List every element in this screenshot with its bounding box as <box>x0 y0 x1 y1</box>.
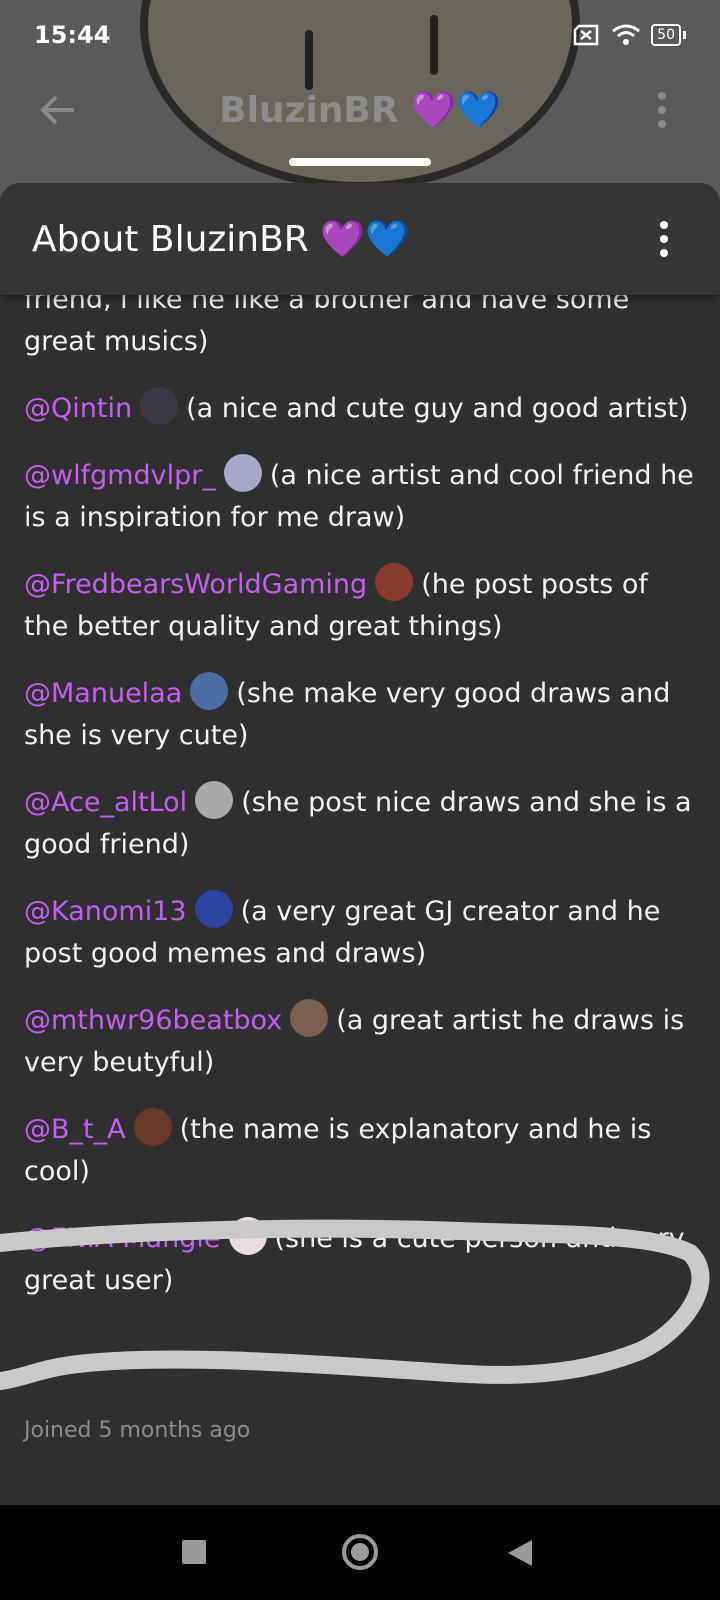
list-item: @Kanomi13 (a very great GJ creator and he… <box>24 890 696 975</box>
sheet-overflow-menu-icon[interactable] <box>660 221 668 257</box>
sheet-title: About BluzinBR 💜💙 <box>32 219 410 260</box>
list-item: @Qintin (a nice and cute guy and good art… <box>24 387 696 430</box>
overflow-menu-icon[interactable] <box>658 92 666 128</box>
about-sheet: About BluzinBR 💜💙 friend, i like he like… <box>0 183 720 1505</box>
sheet-drag-handle[interactable] <box>289 158 431 166</box>
avatar <box>290 999 329 1037</box>
list-item: @mthwr96beatbox (a great artist he draws … <box>24 999 696 1084</box>
user-mention[interactable]: @wlfgmdvlpr_ <box>24 460 216 491</box>
avatar <box>194 890 233 928</box>
user-mention[interactable]: @mthwr96beatbox <box>24 1005 282 1036</box>
avatar <box>375 563 414 601</box>
list-item: @FNIA-Mangle (she is a cute person and ve… <box>24 1217 696 1302</box>
back-icon[interactable] <box>508 1540 532 1566</box>
avatar <box>133 1108 172 1146</box>
status-time: 15:44 <box>34 21 111 49</box>
avatar <box>223 454 262 492</box>
recents-icon[interactable] <box>182 1540 206 1564</box>
home-icon[interactable] <box>342 1534 378 1570</box>
joined-date: Joined 5 months ago <box>24 1418 251 1443</box>
status-bar: 15:44 50 <box>0 0 720 70</box>
wifi-icon <box>612 24 641 45</box>
avatar <box>140 387 179 425</box>
system-nav-bar <box>0 1505 720 1600</box>
status-icons: 50 <box>571 23 686 47</box>
user-mention[interactable]: @Ace_altLol <box>24 787 187 818</box>
user-mention[interactable]: @Manuelaa <box>24 678 182 709</box>
user-mention[interactable]: @Qintin <box>24 393 132 424</box>
list-item: @B_t_A (the name is explanatory and he is… <box>24 1108 696 1193</box>
list-item: @Ace_altLol (she post nice draws and she … <box>24 781 696 866</box>
list-item: @Manuelaa (she make very good draws and s… <box>24 672 696 757</box>
profile-top-bar: BluzinBR 💜💙 <box>0 80 720 140</box>
list-item: @FredbearsWorldGaming (he post posts of t… <box>24 563 696 648</box>
profile-title: BluzinBR 💜💙 <box>219 90 501 131</box>
mention-description: (a nice and cute guy and good artist) <box>186 393 689 424</box>
user-mention[interactable]: @B_t_A <box>24 1114 126 1145</box>
about-content: friend, i like he like a brother and hav… <box>24 284 696 1326</box>
no-sim-icon <box>573 24 599 46</box>
avatar <box>228 1217 267 1255</box>
user-mention[interactable]: @FNIA-Mangle <box>24 1223 221 1254</box>
list-item: @wlfgmdvlpr_ (a nice artist and cool frie… <box>24 454 696 539</box>
user-mention[interactable]: @Kanomi13 <box>24 896 187 927</box>
user-mention[interactable]: @FredbearsWorldGaming <box>24 569 367 600</box>
avatar <box>195 781 234 819</box>
battery-icon: 50 <box>651 24 681 46</box>
battery-tip <box>683 31 686 39</box>
avatar <box>190 672 229 710</box>
sheet-header: About BluzinBR 💜💙 <box>0 183 720 295</box>
